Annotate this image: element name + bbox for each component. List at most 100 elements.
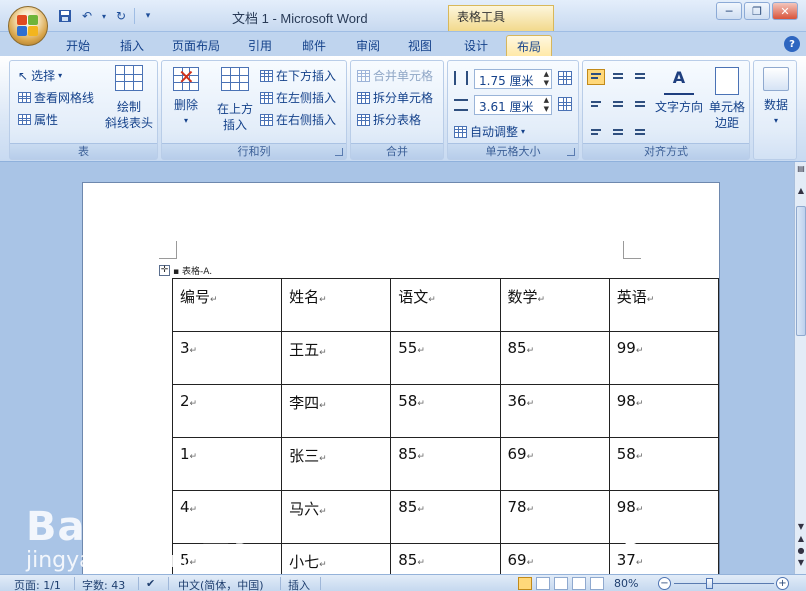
browse-object-icon[interactable]: ● (796, 546, 806, 555)
undo-icon[interactable]: ↶ (78, 7, 96, 25)
next-page-icon[interactable]: ▼ (796, 558, 806, 567)
outline-view-icon[interactable] (572, 577, 586, 590)
table-cell[interactable]: 张三↵ (281, 437, 392, 491)
zoom-slider-thumb[interactable] (706, 578, 713, 589)
align-middle-center-button[interactable] (609, 95, 627, 111)
previous-page-icon[interactable]: ▲ (796, 534, 806, 543)
table-cell[interactable]: 99↵ (608, 331, 720, 385)
zoom-slider-track[interactable] (674, 583, 774, 584)
spinner-arrows-icon[interactable]: ▲ ▼ (544, 96, 549, 114)
table-cell[interactable]: 1↵ (171, 437, 283, 491)
tab-mailings[interactable]: 邮件 (292, 35, 336, 56)
cell-margins-button[interactable]: 单元格 边距 (705, 67, 749, 131)
zoom-in-icon[interactable]: + (776, 577, 789, 590)
page-indicator[interactable]: 页面: 1/1 (14, 577, 61, 591)
insert-mode-indicator[interactable]: 插入 (288, 577, 310, 591)
insert-above-button[interactable]: 在上方 插入 (212, 67, 258, 133)
close-icon[interactable]: ✕ (772, 2, 798, 20)
table-cell[interactable]: 85↵ (390, 437, 501, 491)
split-table-button[interactable]: 拆分表格 (357, 111, 421, 128)
data-button[interactable]: 数据 ▾ (756, 67, 796, 129)
minimize-icon[interactable]: ─ (716, 2, 742, 20)
table-cell[interactable]: 85↵ (390, 543, 501, 574)
table-cell[interactable]: 78↵ (499, 490, 610, 544)
print-layout-view-icon[interactable] (518, 577, 532, 590)
table-cell[interactable]: 王五↵ (281, 331, 392, 385)
merge-cells-button[interactable]: 合并单元格 (357, 67, 433, 84)
table-cell[interactable]: 4↵ (171, 490, 283, 544)
table-cell[interactable]: 85↵ (390, 490, 501, 544)
zoom-out-icon[interactable]: − (658, 577, 671, 590)
dialog-launcher-icon[interactable] (567, 148, 575, 156)
redo-icon[interactable]: ↻ (112, 7, 130, 25)
draw-diagonal-header-button[interactable]: 绘制 斜线表头 (104, 65, 154, 131)
customize-toolbar-icon[interactable]: ▾ (139, 7, 157, 25)
tab-layout[interactable]: 布局 (506, 35, 553, 56)
table-cell[interactable]: 36↵ (499, 384, 610, 438)
align-top-center-button[interactable] (609, 69, 627, 85)
table-cell[interactable]: 语文↵ (390, 278, 501, 332)
align-bottom-left-button[interactable] (587, 121, 605, 137)
table-cell[interactable]: 5↵ (171, 543, 283, 574)
tab-view[interactable]: 视图 (398, 35, 442, 56)
text-direction-button[interactable]: A 文字方向 (653, 67, 705, 115)
table-cell[interactable]: 58↵ (390, 384, 501, 438)
table-cell[interactable]: 69↵ (499, 543, 610, 574)
row-height-input[interactable]: 1.75 厘米 ▲ ▼ (474, 69, 552, 89)
tab-home[interactable]: 开始 (56, 35, 100, 56)
table-cell[interactable]: 数学↵ (499, 278, 610, 332)
table-cell[interactable]: 马六↵ (281, 490, 392, 544)
table-cell[interactable]: 37↵ (608, 543, 720, 574)
autofit-button[interactable]: 自动调整 ▾ (454, 123, 525, 140)
table-cell[interactable]: 58↵ (608, 437, 720, 491)
dialog-launcher-icon[interactable] (335, 148, 343, 156)
table-cell[interactable]: 小七↵ (281, 543, 392, 574)
tab-page-layout[interactable]: 页面布局 (162, 35, 230, 56)
scroll-up-icon[interactable]: ▲ (796, 186, 806, 195)
view-gridlines-button[interactable]: 查看网格线 (18, 89, 94, 106)
distribute-rows-icon[interactable] (558, 71, 572, 85)
table-cell[interactable]: 85↵ (499, 331, 610, 385)
scroll-down-icon[interactable]: ▼ (796, 522, 806, 531)
properties-button[interactable]: 属性 (18, 111, 58, 128)
full-screen-reading-view-icon[interactable] (536, 577, 550, 590)
split-cells-button[interactable]: 拆分单元格 (357, 89, 433, 106)
dropdown-arrow-icon[interactable]: ▾ (100, 7, 108, 25)
insert-right-button[interactable]: 在右侧插入 (260, 111, 336, 128)
delete-button[interactable]: ✕ 删除 ▾ (166, 65, 206, 129)
table-cell[interactable]: 编号↵ (171, 278, 283, 332)
insert-below-button[interactable]: 在下方插入 (260, 67, 336, 84)
tab-references[interactable]: 引用 (238, 35, 282, 56)
table-cell[interactable]: 98↵ (608, 384, 720, 438)
table-cell[interactable]: 69↵ (499, 437, 610, 491)
ruler-toggle-icon[interactable]: ▤ (796, 164, 806, 173)
table-cell[interactable]: 3↵ (171, 331, 283, 385)
help-icon[interactable]: ? (784, 36, 800, 52)
language-indicator[interactable]: 中文(简体，中国) (178, 577, 264, 591)
tab-design[interactable]: 设计 (454, 35, 498, 56)
distribute-columns-icon[interactable] (558, 97, 572, 111)
tab-review[interactable]: 审阅 (346, 35, 390, 56)
tab-insert[interactable]: 插入 (110, 35, 154, 56)
align-top-left-button[interactable] (587, 69, 605, 85)
align-middle-left-button[interactable] (587, 95, 605, 111)
align-top-right-button[interactable] (631, 69, 649, 85)
proofing-icon[interactable]: ✔ (146, 577, 155, 590)
office-button[interactable] (8, 6, 48, 46)
select-button[interactable]: ↖ 选择 ▾ (18, 67, 62, 84)
column-width-input[interactable]: 3.61 厘米 ▲ ▼ (474, 95, 552, 115)
zoom-level[interactable]: 80% (614, 577, 638, 590)
save-icon[interactable] (56, 7, 74, 25)
align-bottom-right-button[interactable] (631, 121, 649, 137)
data-table[interactable]: 编号↵ 姓名↵ 语文↵ 数学↵ 英语↵ 3↵ 王五↵ 55↵ 85↵ 99↵ 2… (171, 278, 720, 574)
align-bottom-center-button[interactable] (609, 121, 627, 137)
scrollbar-thumb[interactable] (796, 206, 806, 336)
table-cell[interactable]: 2↵ (171, 384, 283, 438)
align-middle-right-button[interactable] (631, 95, 649, 111)
table-move-handle-icon[interactable]: ✛ (159, 265, 170, 276)
word-count[interactable]: 字数: 43 (82, 577, 125, 591)
table-cell[interactable]: 55↵ (390, 331, 501, 385)
insert-left-button[interactable]: 在左侧插入 (260, 89, 336, 106)
draft-view-icon[interactable] (590, 577, 604, 590)
table-cell[interactable]: 姓名↵ (281, 278, 392, 332)
